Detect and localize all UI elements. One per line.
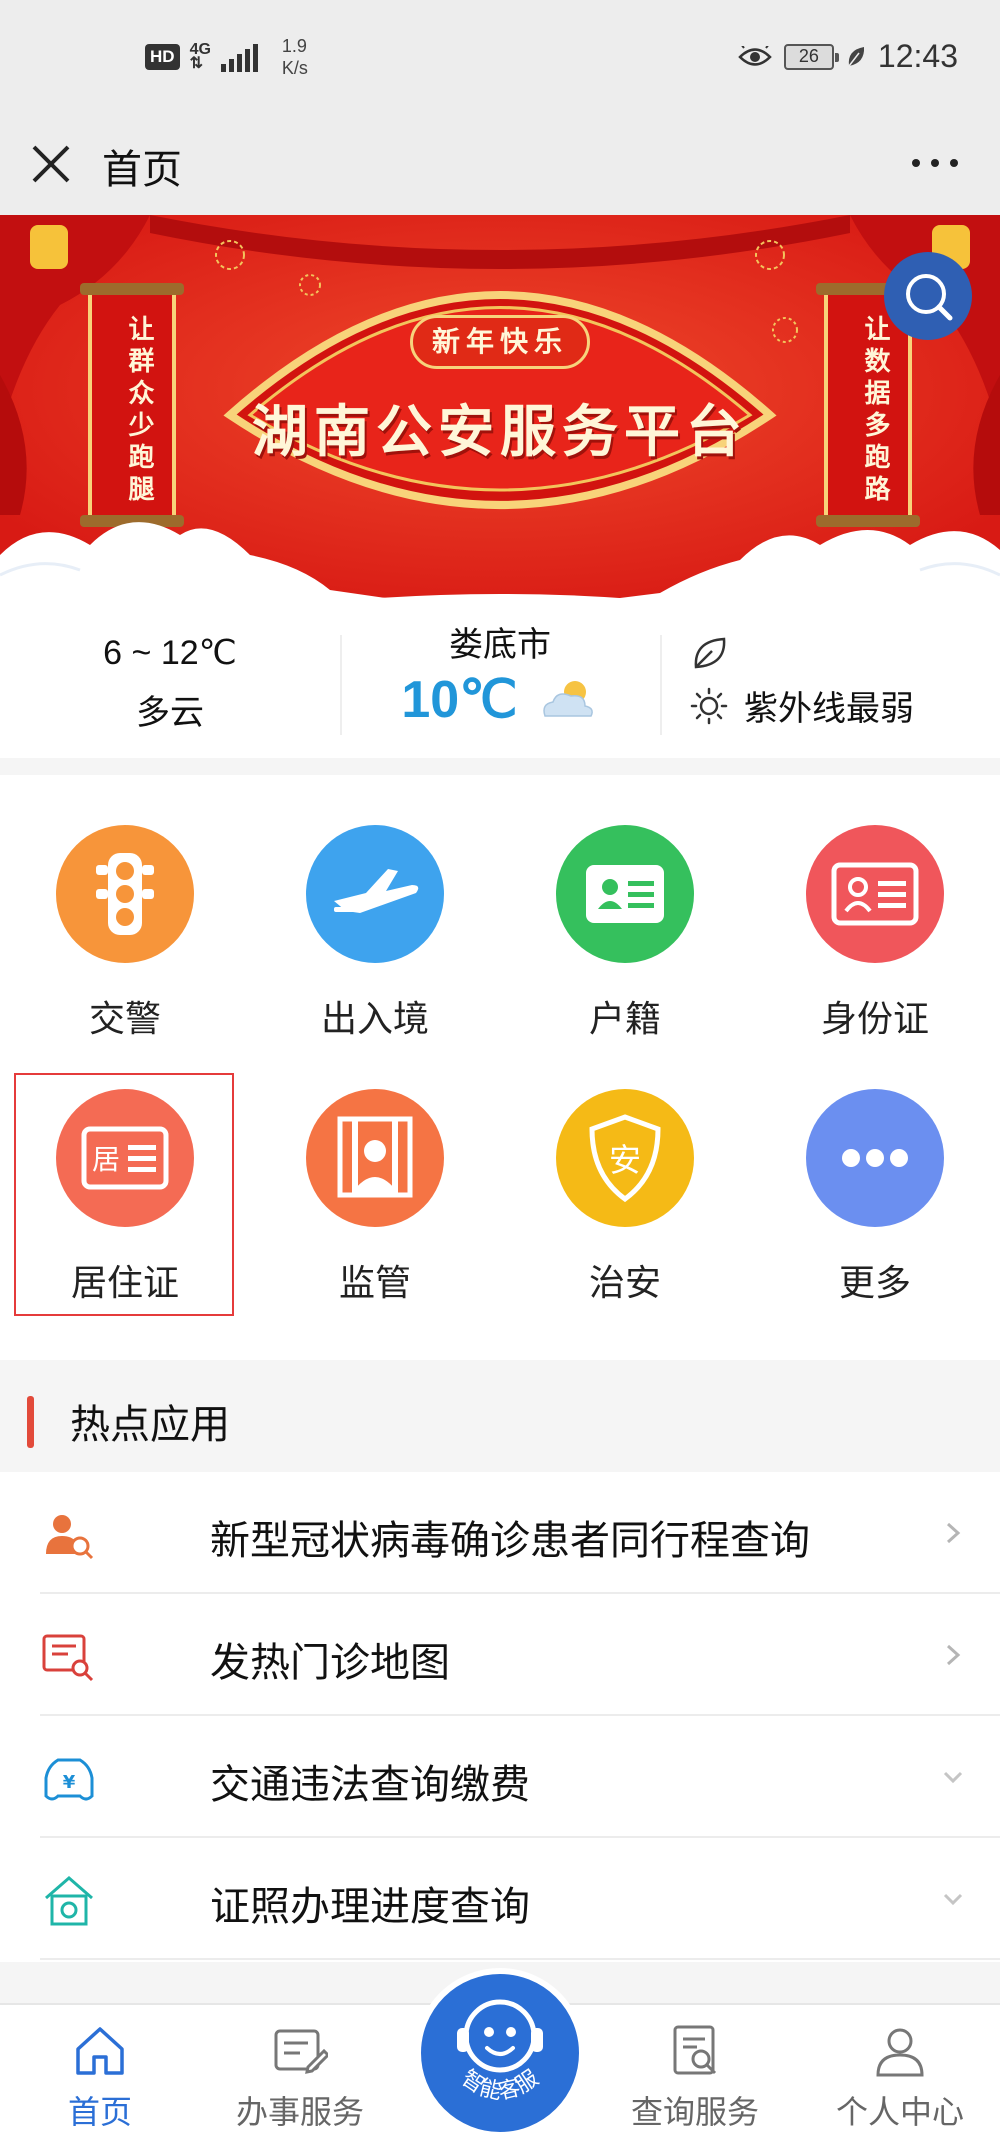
partly-cloudy-icon: [542, 681, 593, 717]
eye-comfort-icon: [738, 45, 772, 66]
temperature-range: 6 ~ 12℃: [103, 634, 237, 672]
banner-subtitle: 新年快乐: [410, 315, 590, 369]
service-household[interactable]: 户籍: [500, 775, 750, 1040]
status-left: HD 4G ⇅ 1.9 K/s: [145, 35, 308, 79]
service-grid: 交警 出入境 户籍 身份证 居 居住证 监管 安 治安 更多: [0, 775, 1000, 1360]
tab-home[interactable]: 首页: [10, 2023, 190, 2133]
list-item-label: 证照办理进度查询: [210, 1884, 530, 1930]
selection-highlight-box: [14, 1073, 234, 1316]
service-label: 交警: [88, 999, 161, 1040]
list-item[interactable]: 证照办理进度查询: [0, 1838, 1000, 1960]
service-public-security[interactable]: 安 治安: [500, 1039, 750, 1304]
tab-profile[interactable]: 个人中心: [810, 2023, 990, 2133]
sun-icon: [690, 687, 728, 724]
clinic-map-icon: [42, 1634, 94, 1682]
more-icon: [806, 1089, 944, 1227]
tab-services[interactable]: 办事服务: [210, 2023, 390, 2133]
household-card-icon: [556, 825, 694, 963]
chevron-right-icon: [946, 1522, 961, 1544]
title-bar: 首页: [0, 115, 1000, 215]
city-name: 娄底市: [449, 625, 551, 665]
search-button[interactable]: [884, 252, 972, 340]
service-label: 户籍: [588, 999, 661, 1040]
section-marker: [27, 1396, 34, 1448]
divider: [40, 1958, 1000, 1960]
service-label: 治安: [588, 1263, 661, 1304]
uv-text: 紫外线最弱: [744, 689, 914, 729]
tab-query[interactable]: 查询服务: [605, 2023, 785, 2133]
tab-label: 查询服务: [630, 2093, 759, 2131]
id-card-icon: [806, 825, 944, 963]
weather-panel: 6 ~ 12℃ 多云 娄底市 10℃ 紫外线最弱: [0, 603, 1000, 758]
power-saving-leaf-icon: [848, 46, 864, 66]
service-label: 监管: [338, 1263, 411, 1304]
tab-label: 首页: [67, 2093, 132, 2131]
list-item-label: 新型冠状病毒确诊患者同行程查询: [210, 1518, 810, 1564]
weather-current: 娄底市 10℃: [340, 617, 660, 730]
signal-icon: [220, 42, 258, 72]
shield-icon: 安: [556, 1089, 694, 1227]
network-speed: 1.9 K/s: [282, 35, 308, 79]
uv-index: 紫外线最弱: [690, 681, 990, 730]
chevron-right-icon: [946, 1644, 961, 1666]
battery-icon: 26: [783, 43, 839, 70]
banner-left-scroll: 让群众少跑腿: [124, 315, 154, 507]
service-label: 身份证: [820, 999, 929, 1040]
list-item[interactable]: 新型冠状病毒确诊患者同行程查询: [0, 1472, 1000, 1594]
tab-label: 办事服务: [235, 2093, 364, 2131]
service-label: 出入境: [320, 999, 429, 1040]
hot-apps-header: 热点应用: [0, 1360, 1000, 1472]
speed-value: 1.9: [281, 36, 307, 56]
page-title: 首页: [102, 147, 182, 193]
svg-text:¥: ¥: [63, 1772, 76, 1793]
airplane-icon: [306, 825, 444, 963]
weather-forecast: 6 ~ 12℃ 多云: [0, 633, 340, 734]
hot-apps-title: 热点应用: [70, 1402, 230, 1448]
service-traffic-police[interactable]: 交警: [0, 775, 250, 1040]
tab-label: 个人中心: [835, 2093, 964, 2131]
network-arrows: ⇅: [189, 55, 203, 72]
network-type: 4G ⇅: [189, 42, 211, 72]
home-icon: [76, 2027, 124, 2075]
speed-unit: K/s: [281, 58, 308, 78]
headset-icon: 智能客服: [457, 1999, 543, 2105]
status-right: 26 12:43: [738, 38, 958, 75]
list-item-label: 交通违法查询缴费: [210, 1762, 530, 1808]
svg-text:安: 安: [609, 1141, 641, 1179]
current-temperature: 10℃: [401, 671, 518, 729]
prison-icon: [306, 1089, 444, 1227]
person-search-icon: [46, 1515, 94, 1560]
query-icon: [673, 2025, 717, 2075]
weather-extra: 紫外线最弱: [690, 633, 990, 730]
weather-condition: 多云: [136, 693, 204, 733]
house-progress-icon: [45, 1876, 93, 1926]
chevron-down-icon: [943, 1893, 963, 1906]
service-icon: [274, 2029, 328, 2074]
hd-badge: HD: [145, 44, 180, 70]
banner-right-scroll: 让数据多跑路: [860, 315, 890, 507]
status-bar: HD 4G ⇅ 1.9 K/s 26 12:43: [0, 0, 1000, 115]
list-item-label: 发热门诊地图: [210, 1640, 450, 1686]
list-item[interactable]: ¥ 交通违法查询缴费: [0, 1716, 1000, 1838]
weather-divider: [660, 635, 662, 735]
service-label: 更多: [838, 1263, 911, 1304]
search-icon: [906, 274, 953, 321]
service-immigration[interactable]: 出入境: [250, 775, 500, 1040]
service-id-card[interactable]: 身份证: [750, 775, 1000, 1040]
hot-apps-list: 新型冠状病毒确诊患者同行程查询 发热门诊地图 ¥ 交通违法查询缴费 证照办理进度…: [0, 1472, 1000, 1962]
service-supervision[interactable]: 监管: [250, 1039, 500, 1304]
car-fine-icon: ¥: [44, 1758, 94, 1801]
new-year-banner[interactable]: 新年快乐 湖南公安服务平台 让群众少跑腿 让数据多跑路: [0, 215, 1000, 603]
clock: 12:43: [877, 38, 958, 74]
service-more[interactable]: 更多: [750, 1039, 1000, 1304]
close-icon[interactable]: [28, 141, 74, 187]
leaf-icon: [694, 637, 726, 669]
chevron-down-icon: [943, 1771, 963, 1784]
user-icon: [876, 2028, 924, 2077]
list-item[interactable]: 发热门诊地图: [0, 1594, 1000, 1716]
more-options-icon[interactable]: [910, 153, 960, 173]
app-root: HD 4G ⇅ 1.9 K/s 26 12:43 首页 新年快乐 湖南公安服务平…: [0, 0, 1000, 2139]
traffic-light-icon: [56, 825, 194, 963]
smart-customer-service-button[interactable]: 智能客服: [415, 1968, 585, 2138]
